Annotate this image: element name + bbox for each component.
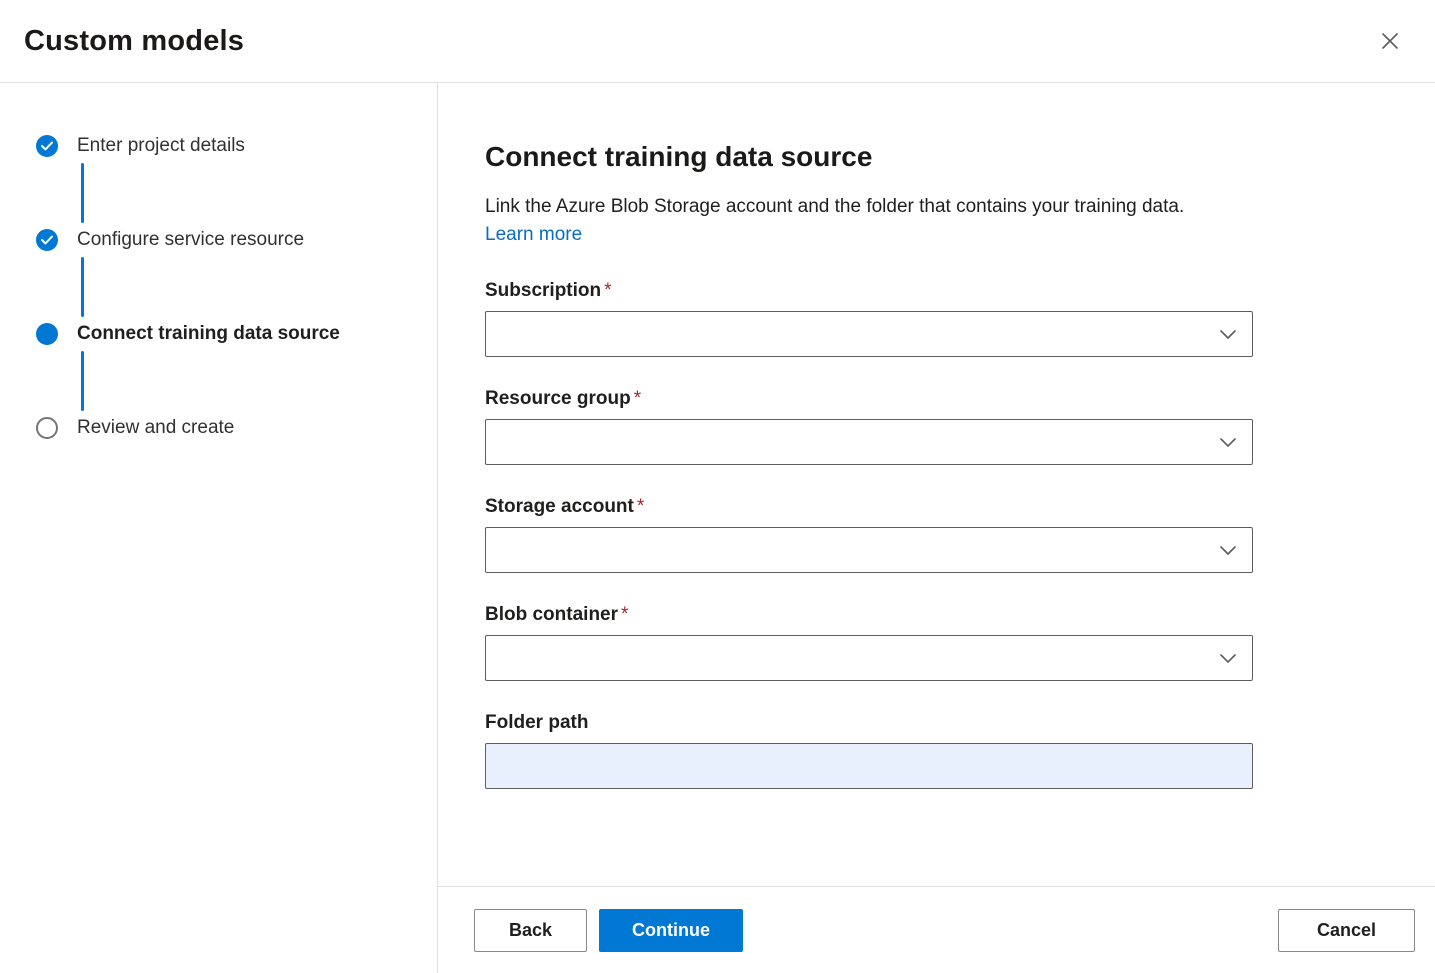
chevron-down-icon — [1220, 330, 1236, 339]
cancel-button[interactable]: Cancel — [1278, 909, 1415, 952]
learn-more-link[interactable]: Learn more — [485, 224, 582, 245]
folder-path-label: Folder path — [485, 712, 1253, 734]
checkmark-icon — [41, 141, 53, 151]
resource-group-dropdown[interactable] — [485, 419, 1253, 465]
stepper-sidebar: Enter project details Configure service … — [0, 83, 438, 973]
close-button[interactable] — [1375, 26, 1405, 56]
step-upcoming-icon — [36, 417, 58, 439]
resource-group-label: Resource group* — [485, 388, 1253, 410]
step-current-icon — [36, 323, 58, 345]
step-enter-project-details[interactable]: Enter project details — [36, 135, 437, 157]
dialog-title: Custom models — [24, 25, 244, 58]
continue-button[interactable]: Continue — [599, 909, 743, 952]
step-label: Configure service resource — [77, 229, 304, 251]
checkmark-icon — [41, 235, 53, 245]
storage-account-field: Storage account* — [485, 496, 1253, 573]
dialog-footer: Back Continue Cancel — [438, 886, 1435, 973]
step-complete-icon — [36, 135, 58, 157]
chevron-down-icon — [1220, 546, 1236, 555]
main-content: Connect training data source Link the Az… — [438, 83, 1435, 886]
step-review-and-create[interactable]: Review and create — [36, 417, 437, 439]
blob-container-field: Blob container* — [485, 604, 1253, 681]
close-icon — [1381, 32, 1399, 50]
chevron-down-icon — [1220, 654, 1236, 663]
step-label: Enter project details — [77, 135, 245, 157]
resource-group-field: Resource group* — [485, 388, 1253, 465]
step-complete-icon — [36, 229, 58, 251]
required-asterisk: * — [634, 388, 641, 409]
required-asterisk: * — [621, 604, 628, 625]
back-button[interactable]: Back — [474, 909, 587, 952]
custom-models-dialog: Custom models Enter project details — [0, 0, 1435, 973]
storage-account-label: Storage account* — [485, 496, 1253, 518]
subscription-label: Subscription* — [485, 280, 1253, 302]
step-connector — [81, 257, 84, 317]
description-text: Link the Azure Blob Storage account and … — [485, 196, 1184, 217]
step-connect-training-data-source[interactable]: Connect training data source — [36, 323, 437, 345]
blob-container-label: Blob container* — [485, 604, 1253, 626]
page-description: Link the Azure Blob Storage account and … — [485, 193, 1230, 249]
main-column: Connect training data source Link the Az… — [438, 83, 1435, 973]
dialog-body: Enter project details Configure service … — [0, 83, 1435, 973]
storage-account-dropdown[interactable] — [485, 527, 1253, 573]
blob-container-dropdown[interactable] — [485, 635, 1253, 681]
step-configure-service-resource[interactable]: Configure service resource — [36, 229, 437, 251]
folder-path-input[interactable] — [485, 743, 1253, 789]
chevron-down-icon — [1220, 438, 1236, 447]
step-label: Review and create — [77, 417, 234, 439]
step-connector — [81, 351, 84, 411]
step-connector — [81, 163, 84, 223]
required-asterisk: * — [604, 280, 611, 301]
dialog-header: Custom models — [0, 0, 1435, 83]
subscription-dropdown[interactable] — [485, 311, 1253, 357]
step-label: Connect training data source — [77, 323, 340, 345]
folder-path-field: Folder path — [485, 712, 1253, 789]
required-asterisk: * — [637, 496, 644, 517]
subscription-field: Subscription* — [485, 280, 1253, 357]
page-title: Connect training data source — [485, 141, 1387, 173]
